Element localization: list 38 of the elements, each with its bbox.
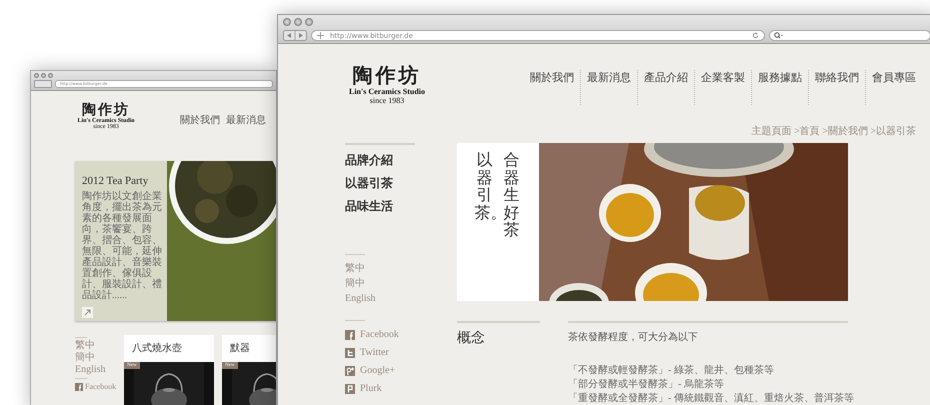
plurk-icon: [345, 384, 355, 394]
sidebar-link[interactable]: 品牌介紹: [345, 149, 415, 172]
add-icon[interactable]: [317, 32, 324, 39]
logo-mark: 陶作坊: [352, 65, 422, 87]
nav-link[interactable]: 聯絡我們: [808, 70, 865, 105]
nav-link[interactable]: 會員專區: [865, 70, 916, 105]
arrow-icon[interactable]: [82, 307, 93, 318]
breadcrumb: 主題頁面 >首頁 >關於我們 >以器引茶: [750, 124, 916, 138]
tea-category: 「部分發酵或半發酵茶」- 烏龍茶等: [568, 378, 724, 392]
search-field[interactable]: [769, 30, 930, 41]
card-title: 八式燒水壺: [131, 342, 184, 356]
logo-mark: 陶作坊: [82, 103, 130, 118]
nav-link[interactable]: 最新消息: [580, 70, 637, 105]
feature-text: 陶作坊以文創企業角度，擺出茶為元素的各種發展面向，茶饗宴、跨界、摺合、包容、無限、可能，延伸產品設計、音樂裝置創作、傢俱設計、服裝設計、禮品設計......: [82, 191, 163, 301]
reload-icon[interactable]: [752, 32, 759, 39]
sidebar-link[interactable]: 以器引茶: [345, 172, 415, 195]
nav-link[interactable]: 服務據點: [751, 70, 808, 105]
facebook-icon: [75, 382, 83, 390]
google-plus-icon: [345, 366, 355, 376]
nav-link[interactable]: 關於我們: [180, 113, 220, 159]
card-title: 默器: [229, 342, 252, 356]
nav-link[interactable]: 關於我們: [524, 70, 580, 105]
logo-name: Lin's Ceramics Studio: [348, 87, 425, 96]
nav-link[interactable]: 產品介紹: [637, 70, 694, 105]
concept-intro: 茶依發酵程度，可大分為以下: [568, 330, 699, 344]
feature-title: 2012 Tea Party: [82, 175, 150, 187]
tea-category: 「重發酵或全發酵茶」- 傳統鐵觀音、滇紅、重焙火茶、普洱茶等: [568, 392, 854, 405]
logo-since: since 1983: [370, 96, 404, 105]
search-icon: [774, 32, 783, 39]
nav-link[interactable]: 最新消息: [226, 113, 266, 159]
nav-link[interactable]: 企業客製: [694, 70, 751, 105]
section-heading: 概念: [457, 321, 540, 405]
sidebar-link[interactable]: 品味生活: [345, 195, 415, 218]
hero-tagline: 以器引茶。: [474, 151, 494, 222]
facebook-icon: [345, 330, 355, 340]
twitter-icon: [345, 348, 355, 358]
hero-tagline: 合器生好茶: [502, 151, 520, 242]
tea-category: 「不發酵或輕發酵茶」- 綠茶、龍井、包種茶等: [568, 364, 774, 378]
